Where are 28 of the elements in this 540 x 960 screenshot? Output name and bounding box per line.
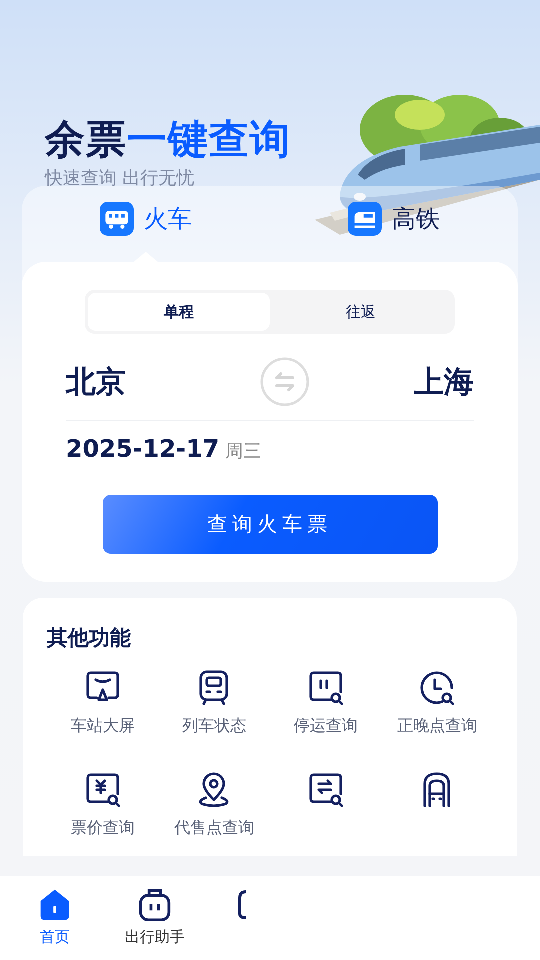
trip-type-tab[interactable]: 单程 bbox=[88, 293, 270, 331]
arrival-city[interactable]: 上海 bbox=[414, 362, 474, 402]
train-icon bbox=[100, 202, 134, 236]
feature-label[interactable]: 停运查询 bbox=[294, 716, 358, 737]
nav-tab[interactable]: 首页 bbox=[5, 876, 105, 956]
clock-icon[interactable] bbox=[419, 670, 456, 706]
subtitle: 快速查询 出行无忧 bbox=[45, 167, 196, 191]
feature-label[interactable]: 车站大屏 bbox=[70, 716, 135, 737]
trip-type-tab[interactable]: 往返 bbox=[270, 293, 452, 331]
weekday: 周三 bbox=[226, 440, 262, 463]
mode-tab[interactable]: 高铁 bbox=[348, 188, 440, 250]
departure-city[interactable]: 北京 bbox=[66, 362, 126, 402]
nav-tab[interactable]: 出行助手 bbox=[105, 876, 205, 956]
train-icon bbox=[348, 202, 382, 236]
search-button[interactable]: 查询火车票 bbox=[102, 495, 438, 554]
luggage-icon bbox=[138, 888, 172, 922]
feature-label[interactable]: 票价查询 bbox=[70, 818, 135, 839]
section-title: 其他功能 bbox=[47, 625, 132, 652]
price-icon[interactable] bbox=[84, 772, 121, 808]
swap-icon[interactable] bbox=[308, 772, 344, 808]
mode-tab[interactable]: 火车 bbox=[100, 188, 192, 250]
feature-label[interactable]: 代售点查询 bbox=[174, 818, 254, 839]
home-icon bbox=[38, 888, 72, 922]
feature-label[interactable]: 列车状态 bbox=[182, 716, 246, 737]
search-icon[interactable] bbox=[308, 670, 344, 706]
travel-date[interactable]: 2025-12-17 bbox=[66, 435, 220, 463]
page-title: 余票一键查询 bbox=[45, 116, 292, 165]
feature-label[interactable]: 正晚点查询 bbox=[397, 716, 478, 737]
